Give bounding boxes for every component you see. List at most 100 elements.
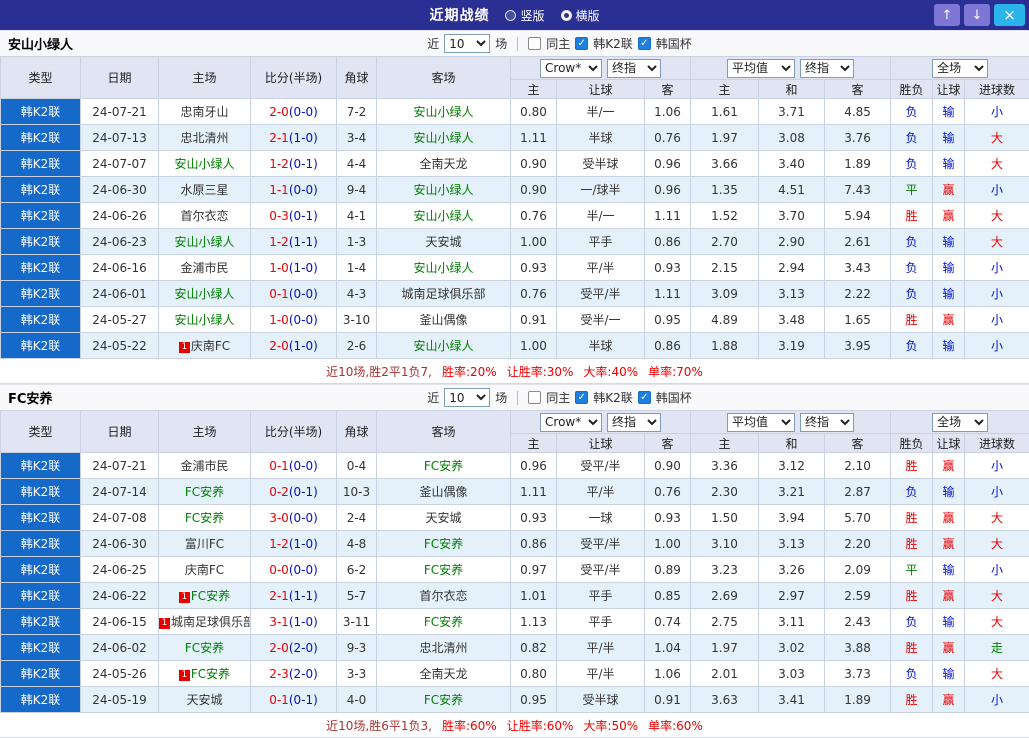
handicap-result-cell: 赢 <box>933 505 965 531</box>
avg-draw-cell: 3.26 <box>759 557 825 583</box>
league-type-cell: 韩K2联 <box>1 307 81 333</box>
handicap-result-cell: 输 <box>933 557 965 583</box>
move-up-button[interactable]: ↑ <box>934 4 960 26</box>
recent-matches-table: 类型 日期 主场 比分(半场) 角球 客场 Crow* 终指 平均值 终指 全场 <box>0 56 1029 359</box>
halftime-score: (0-1) <box>289 209 318 223</box>
radio-off-icon <box>505 10 516 21</box>
col-avg-home: 主 <box>691 80 759 99</box>
col-odds-away: 客 <box>645 434 691 453</box>
close-button[interactable]: × <box>994 4 1025 26</box>
league-checkbox[interactable] <box>575 37 588 50</box>
same-home-checkbox[interactable] <box>528 37 541 50</box>
league-type-cell: 韩K2联 <box>1 583 81 609</box>
halftime-score: (0-0) <box>289 183 318 197</box>
avg-home-cell: 2.30 <box>691 479 759 505</box>
avg-away-cell: 1.89 <box>825 151 891 177</box>
page-title: 近期战绩 <box>429 5 489 25</box>
league-type-cell: 韩K2联 <box>1 99 81 125</box>
avg-home-cell: 1.52 <box>691 203 759 229</box>
same-home-checkbox-2[interactable] <box>528 391 541 404</box>
date-cell: 24-07-13 <box>81 125 159 151</box>
avg-draw-cell: 3.41 <box>759 687 825 713</box>
corner-cell: 3-4 <box>337 125 377 151</box>
horizontal-layout-radio[interactable]: 横版 <box>561 7 600 24</box>
vertical-layout-radio[interactable]: 竖版 <box>505 7 544 24</box>
fulltime-score: 0-0 <box>269 563 289 577</box>
match-count-select[interactable]: 10 <box>444 34 490 53</box>
fulltime-score: 1-1 <box>269 183 289 197</box>
corner-cell: 6-2 <box>337 557 377 583</box>
over-rate: 大率:40% <box>583 363 638 380</box>
halftime-score: (2-0) <box>289 641 318 655</box>
corner-cell: 1-3 <box>337 229 377 255</box>
summary-record-2: 近10场,胜6平1负3, <box>326 717 432 734</box>
result-cell: 平 <box>891 557 933 583</box>
score-cell: 0-3(0-1) <box>251 203 337 229</box>
average-select[interactable]: 平均值 <box>727 59 795 78</box>
handicap-cell: 平/半 <box>557 255 645 281</box>
matches-label: 场 <box>495 35 507 52</box>
home-odds-cell: 0.90 <box>511 177 557 203</box>
col-date: 日期 <box>81 411 159 453</box>
handicap-result-cell: 输 <box>933 479 965 505</box>
cup-checkbox-2[interactable] <box>638 391 651 404</box>
average-select-2[interactable]: 平均值 <box>727 413 795 432</box>
fulltime-select[interactable]: 全场 <box>932 59 988 78</box>
home-odds-cell: 1.01 <box>511 583 557 609</box>
result-cell: 胜 <box>891 453 933 479</box>
final-odds-select-2[interactable]: 终指 <box>800 59 854 78</box>
home-team-cell: 富川FC <box>159 531 251 557</box>
fulltime-select-2[interactable]: 全场 <box>932 413 988 432</box>
handicap-result-cell: 赢 <box>933 307 965 333</box>
league-type-cell: 韩K2联 <box>1 661 81 687</box>
result-cell: 胜 <box>891 687 933 713</box>
col-result: 胜负 <box>891 80 933 99</box>
home-odds-cell: 0.76 <box>511 281 557 307</box>
team-label: FC安养 <box>191 589 230 603</box>
goals-result-cell: 走 <box>965 635 1029 661</box>
col-home: 主场 <box>159 411 251 453</box>
final-odds-select[interactable]: 终指 <box>607 59 661 78</box>
handicap-result-cell: 赢 <box>933 635 965 661</box>
home-team-cell: 首尔衣恋 <box>159 203 251 229</box>
team-name: 安山小绿人 <box>8 34 73 53</box>
halftime-score: (1-0) <box>289 131 318 145</box>
team-filter-bar-2: FC安养 近 10 场 同主 韩K2联 韩国杯 <box>0 384 1029 410</box>
league-type-cell: 韩K2联 <box>1 151 81 177</box>
bookmaker-select-2[interactable]: Crow* <box>540 413 602 432</box>
score-cell: 1-1(0-0) <box>251 177 337 203</box>
halftime-score: (1-0) <box>289 261 318 275</box>
fulltime-score: 1-0 <box>269 313 289 327</box>
avg-home-cell: 3.09 <box>691 281 759 307</box>
corner-cell: 1-4 <box>337 255 377 281</box>
bookmaker-select[interactable]: Crow* <box>540 59 602 78</box>
move-down-button[interactable]: ↓ <box>964 4 990 26</box>
away-team-cell: 首尔衣恋 <box>377 583 511 609</box>
away-odds-cell: 0.96 <box>645 151 691 177</box>
cup-checkbox[interactable] <box>638 37 651 50</box>
average-group-header: 平均值 终指 <box>691 57 891 80</box>
fulltime-score: 0-1 <box>269 287 289 301</box>
home-team-cell: 安山小绿人 <box>159 151 251 177</box>
date-cell: 24-05-27 <box>81 307 159 333</box>
col-score: 比分(半场) <box>251 57 337 99</box>
odds-group-header-2: Crow* 终指 <box>511 411 691 434</box>
match-count-select-2[interactable]: 10 <box>444 388 490 407</box>
match-row: 韩K2联24-06-26首尔衣恋0-3(0-1)4-1安山小绿人0.76半/一1… <box>1 203 1029 229</box>
corner-cell: 4-4 <box>337 151 377 177</box>
league-checkbox-2[interactable] <box>575 391 588 404</box>
match-row: 韩K2联24-07-21金浦市民0-1(0-0)0-4FC安养0.96受平/半0… <box>1 453 1029 479</box>
home-odds-cell: 0.93 <box>511 255 557 281</box>
final-odds-select-3[interactable]: 终指 <box>607 413 661 432</box>
score-cell: 1-0(1-0) <box>251 255 337 281</box>
handicap-rate-2: 让胜率:60% <box>507 717 574 734</box>
corner-cell: 3-10 <box>337 307 377 333</box>
home-team-cell: 金浦市民 <box>159 255 251 281</box>
away-team-cell: 安山小绿人 <box>377 333 511 359</box>
avg-away-cell: 2.10 <box>825 453 891 479</box>
final-odds-select-4[interactable]: 终指 <box>800 413 854 432</box>
home-team-cell: 安山小绿人 <box>159 307 251 333</box>
cup-label-2: 韩国杯 <box>656 389 692 406</box>
date-cell: 24-06-25 <box>81 557 159 583</box>
handicap-cell: 平/半 <box>557 661 645 687</box>
